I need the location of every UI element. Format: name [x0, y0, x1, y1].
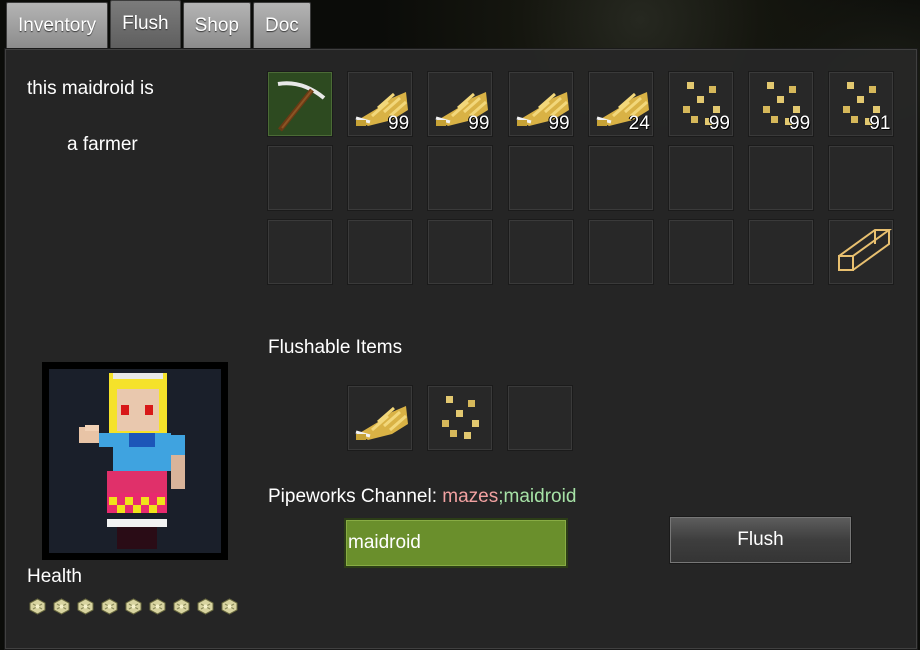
maidroid-description-line2: a farmer	[67, 134, 138, 155]
item-count: 91	[869, 113, 891, 134]
item-count: 99	[388, 113, 410, 134]
flush-button[interactable]: Flush	[669, 516, 852, 564]
inventory-slot[interactable]	[427, 145, 494, 211]
item-count: 24	[628, 113, 650, 134]
maidroid-portrait	[42, 362, 228, 560]
channel-owner: mazes	[442, 486, 499, 507]
inventory-slot[interactable]	[267, 71, 333, 137]
inventory-slot[interactable]: 99	[507, 71, 574, 137]
tab-shop[interactable]: Shop	[182, 2, 251, 48]
tube-icon	[838, 229, 893, 271]
inventory-slot[interactable]	[748, 145, 815, 211]
inventory-slot[interactable]	[507, 145, 574, 211]
health-orb-icon	[29, 598, 46, 615]
flushable-items-title: Flushable Items	[268, 337, 403, 358]
tab-doc[interactable]: Doc	[253, 2, 311, 48]
inventory-slot[interactable]	[347, 145, 414, 211]
health-orb-icon	[197, 598, 214, 615]
pickaxe-icon	[277, 81, 326, 132]
inventory-slot[interactable]	[668, 219, 734, 285]
health-orb-icon	[77, 598, 94, 615]
inventory-slot[interactable]	[347, 219, 414, 285]
inventory-slot[interactable]	[587, 219, 654, 285]
channel-name: maidroid	[503, 486, 577, 507]
inventory-slot[interactable]: 91	[828, 71, 895, 137]
inventory-slot[interactable]	[748, 219, 815, 285]
pipeworks-channel-input[interactable]	[344, 518, 568, 568]
item-count: 99	[708, 113, 730, 134]
health-bar	[28, 598, 239, 615]
maidroid-description-line1: this maidroid is	[27, 78, 154, 99]
inventory-slot[interactable]	[267, 219, 333, 285]
inventory-slot[interactable]	[587, 145, 654, 211]
item-count: 99	[468, 113, 490, 134]
inventory-slot[interactable]	[828, 145, 895, 211]
flushable-slot[interactable]	[507, 385, 574, 451]
health-orb-icon	[173, 598, 190, 615]
wheat-icon	[355, 406, 408, 440]
maidroid-skin-icon	[79, 373, 185, 549]
health-orb-icon	[101, 598, 118, 615]
item-count: 99	[548, 113, 570, 134]
health-orb-icon	[53, 598, 70, 615]
pipeworks-channel-label: Pipeworks Channel: mazes;maidroid	[268, 486, 576, 508]
inventory-slot[interactable]	[828, 219, 895, 285]
inventory-slot[interactable]: 99	[668, 71, 734, 137]
tab-inventory[interactable]: Inventory	[6, 2, 109, 48]
health-orb-icon	[149, 598, 166, 615]
health-orb-icon	[221, 598, 238, 615]
flushable-slot[interactable]	[347, 385, 413, 451]
inventory-slot[interactable]: 99	[748, 71, 815, 137]
maidroid-portrait-image	[49, 369, 221, 553]
item-count: 99	[789, 113, 811, 134]
seeds-icon	[442, 396, 480, 439]
inventory-slot[interactable]	[507, 219, 574, 285]
tab-flush[interactable]: Flush	[110, 0, 181, 48]
health-orb-icon	[125, 598, 142, 615]
flushable-slot[interactable]	[427, 385, 494, 451]
inventory-slot[interactable]	[267, 145, 333, 211]
inventory-slot[interactable]: 99	[347, 71, 414, 137]
inventory-slot[interactable]: 24	[587, 71, 654, 137]
health-label: Health	[27, 566, 82, 587]
inventory-slot[interactable]	[427, 219, 494, 285]
inventory-slot[interactable]: 99	[427, 71, 494, 137]
inventory-slot[interactable]	[668, 145, 734, 211]
tab-bar: Inventory Flush Shop Doc	[6, 0, 311, 48]
pipeworks-label-text: Pipeworks Channel:	[268, 486, 443, 507]
